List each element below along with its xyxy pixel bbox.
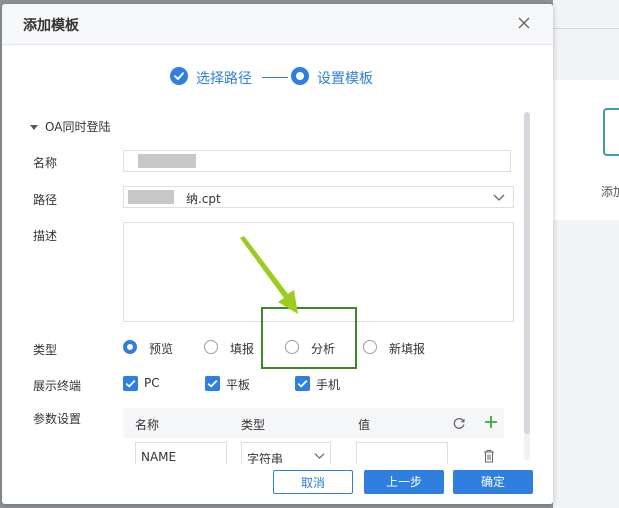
step-current-dot-icon — [291, 67, 309, 85]
chevron-down-icon — [314, 453, 325, 460]
description-label: 描述 — [33, 229, 58, 243]
param-table: 名称 类型 值 NAME 字符串 — [123, 408, 504, 464]
group-title: OA同时登陆 — [45, 120, 111, 134]
cancel-button[interactable]: 取消 — [273, 470, 353, 494]
scrollbar-thumb[interactable] — [524, 112, 530, 434]
param-col-name: 名称 — [135, 418, 160, 432]
plus-icon[interactable] — [483, 414, 499, 430]
terminal-option-label: PC — [144, 376, 160, 390]
terminal-option-label: 手机 — [316, 378, 341, 392]
param-col-value: 值 — [358, 418, 371, 432]
terminal-option-label: 平板 — [226, 378, 251, 392]
redacted-path — [128, 190, 174, 204]
dialog-header: 添加模板 — [2, 4, 553, 45]
param-type-value: 字符串 — [247, 452, 284, 464]
dialog-title: 添加模板 — [23, 18, 79, 34]
chevron-down-icon — [493, 194, 505, 201]
type-option-label: 预览 — [149, 342, 174, 356]
template-card-icon[interactable] — [603, 108, 619, 156]
radio-unchecked-icon — [363, 340, 377, 354]
param-type-select[interactable]: 字符串 — [241, 442, 331, 464]
background-divider — [553, 28, 619, 29]
param-col-type: 类型 — [241, 418, 266, 432]
path-label: 路径 — [33, 193, 58, 207]
path-select[interactable]: 纳.cpt — [123, 186, 514, 208]
path-value: 纳.cpt — [186, 192, 221, 206]
param-table-header: 名称 类型 值 — [123, 408, 504, 438]
checkbox-checked-icon — [205, 376, 220, 391]
step-connector — [262, 77, 288, 78]
trash-icon[interactable] — [483, 449, 495, 463]
param-name-input[interactable]: NAME — [135, 442, 227, 464]
name-input[interactable] — [123, 150, 511, 172]
background-add-label[interactable]: 添加 — [601, 183, 619, 200]
background-page: 添加 — [553, 0, 619, 508]
param-settings-label: 参数设置 — [33, 412, 82, 426]
annotation-arrow-icon — [240, 236, 298, 314]
type-option-label: 填报 — [230, 342, 255, 356]
caret-down-icon — [30, 125, 38, 130]
type-label: 类型 — [33, 343, 58, 357]
checkbox-checked-icon — [123, 376, 138, 391]
close-icon[interactable] — [516, 15, 532, 31]
refresh-icon[interactable] — [452, 416, 466, 430]
type-option-label: 新填报 — [389, 342, 426, 356]
terminal-label: 展示终端 — [33, 379, 82, 393]
add-template-dialog: 添加模板 选择路径 设置模板 OA同时登陆 名称 路径 纳.cpt 描述 类型 … — [2, 4, 553, 504]
param-value-input[interactable] — [356, 442, 448, 464]
step-label-set-template: 设置模板 — [317, 71, 373, 87]
redacted-name — [138, 154, 196, 168]
checkbox-checked-icon — [295, 376, 310, 391]
radio-checked-icon — [123, 340, 137, 354]
dialog-footer: 取消 上一步 确定 — [2, 464, 553, 504]
step-label-select-path: 选择路径 — [196, 71, 252, 87]
name-label: 名称 — [33, 156, 58, 170]
step-done-check-icon — [170, 67, 188, 85]
confirm-button[interactable]: 确定 — [453, 470, 533, 494]
previous-step-button[interactable]: 上一步 — [364, 470, 444, 494]
radio-unchecked-icon — [204, 340, 218, 354]
group-header[interactable]: OA同时登陆 — [30, 118, 110, 135]
